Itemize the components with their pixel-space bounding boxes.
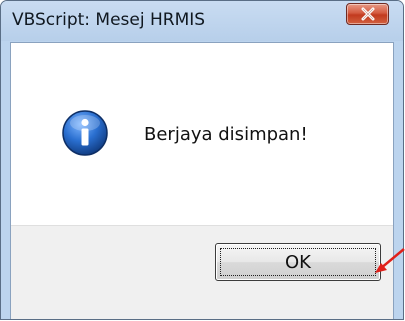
dialog-message: Berjaya disimpan! (144, 124, 308, 145)
message-box-window: VBScript: Mesej HRMIS Berjaya disimpan! … (0, 0, 404, 320)
title-bar[interactable]: VBScript: Mesej HRMIS (1, 1, 403, 41)
info-icon (62, 110, 108, 156)
ok-button-label: OK (285, 252, 311, 273)
close-button[interactable] (346, 3, 389, 25)
window-title: VBScript: Mesej HRMIS (12, 10, 206, 30)
ok-button[interactable]: OK (215, 243, 381, 281)
close-icon (361, 7, 375, 21)
dialog-footer: OK (11, 225, 393, 319)
dialog-content: Berjaya disimpan! (11, 43, 393, 225)
red-arrow-icon (375, 248, 405, 273)
dialog-client-area: Berjaya disimpan! OK (10, 42, 394, 319)
